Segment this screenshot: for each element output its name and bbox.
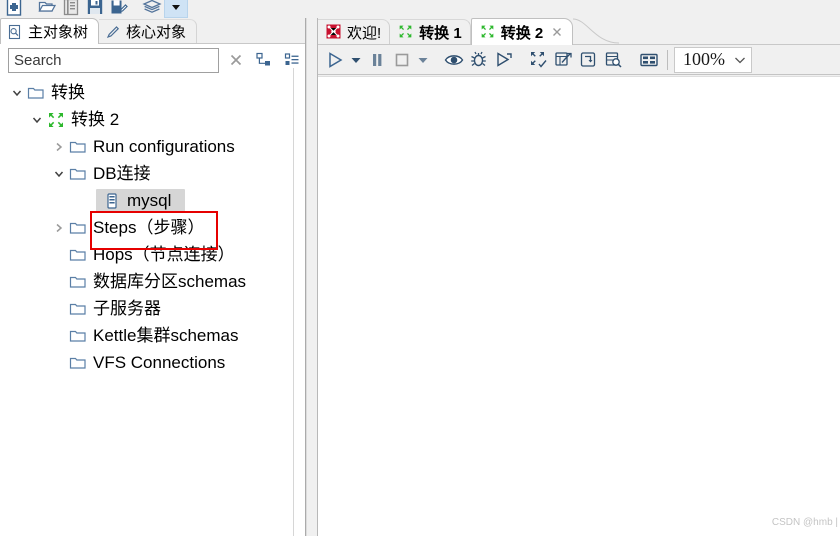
tree-item-label: 转换: [51, 83, 85, 102]
tab-welcome-label: 欢迎!: [347, 24, 382, 42]
tab-core-objects-label: 核心对象: [126, 24, 187, 41]
transformation-icon: [398, 24, 414, 40]
tab-core-objects[interactable]: 核心对象: [99, 19, 198, 43]
twisty-expanded-icon[interactable]: [28, 106, 46, 133]
editor-tabbar: 欢迎! 转换 1 转换 2: [318, 18, 840, 45]
tree-item-steps[interactable]: Steps（步骤）: [0, 214, 293, 241]
expand-all-icon[interactable]: [253, 49, 275, 71]
tree-item-label: 子服务器: [93, 299, 161, 318]
tree-item-label: 数据库分区schemas: [93, 272, 247, 291]
editor-toolbar: 100%: [318, 45, 840, 75]
tree-item-label: 转换 2: [71, 110, 120, 129]
open-icon[interactable]: [35, 0, 59, 18]
twisty-expanded-icon[interactable]: [8, 79, 26, 106]
tree-item-transformations[interactable]: 转换: [0, 79, 293, 106]
tree-item-label: Hops（节点连接）: [93, 245, 235, 264]
watermark: CSDN @hmb |: [771, 517, 838, 528]
pencil-icon: [105, 24, 121, 40]
zoom-combo[interactable]: 100%: [674, 46, 752, 73]
tree-item-label: Run configurations: [93, 137, 235, 156]
tree-item-label: mysql: [127, 191, 172, 210]
tree-item-cluster-schemas[interactable]: Kettle集群schemas: [0, 322, 293, 349]
tree-item-partition-schemas[interactable]: 数据库分区schemas: [0, 268, 293, 295]
folder-icon: [68, 326, 88, 346]
twisty-collapsed-icon[interactable]: [50, 214, 68, 241]
left-panel: 主对象树 核心对象 Search 转换 转换 2 Run configurati…: [0, 18, 306, 536]
main-toolbar: [0, 0, 840, 18]
tree-item-label: DB连接: [93, 164, 151, 183]
twisty-collapsed-icon[interactable]: [50, 133, 68, 160]
tree-item-transformation-2[interactable]: 转换 2: [0, 106, 293, 133]
folder-icon: [68, 353, 88, 373]
tab-transformation-1[interactable]: 转换 1: [390, 19, 471, 44]
save-as-icon[interactable]: [107, 0, 131, 18]
new-icon[interactable]: [2, 0, 26, 18]
tree-item-run-configurations[interactable]: Run configurations: [0, 133, 293, 160]
tree-item-hops[interactable]: Hops（节点连接）: [0, 241, 293, 268]
impact-icon[interactable]: [551, 47, 576, 73]
folder-icon: [26, 83, 46, 103]
tab-transformation-2-label: 转换 2: [500, 24, 544, 42]
search-row: [0, 44, 305, 76]
debug-icon[interactable]: [466, 47, 491, 73]
folder-icon: [68, 272, 88, 292]
welcome-icon: [326, 24, 342, 40]
transformation-canvas[interactable]: 表输入 CSDN @hmb |: [318, 76, 840, 536]
application-window: 主对象树 核心对象 Search 转换 转换 2 Run configurati…: [0, 0, 840, 536]
chevron-down-icon[interactable]: [164, 0, 188, 18]
layers-icon[interactable]: [140, 0, 164, 18]
explore-db-icon[interactable]: [601, 47, 626, 73]
tree-item-label: Steps（步骤）: [93, 218, 205, 237]
folder-icon: [68, 218, 88, 238]
zoom-level-value: 100%: [683, 49, 725, 69]
clear-search-icon[interactable]: [225, 49, 247, 71]
twisty-expanded-icon[interactable]: [50, 160, 68, 187]
panel-splitter[interactable]: [306, 18, 318, 536]
tab-main-object-tree[interactable]: 主对象树: [0, 18, 100, 44]
editor-area: 欢迎! 转换 1 转换 2 100% CSDN @hmb |: [318, 18, 840, 536]
tree-vertical-scrollbar[interactable]: [293, 68, 305, 536]
tree-item-slave-servers[interactable]: 子服务器: [0, 295, 293, 322]
tabbar-filler: [573, 18, 840, 44]
tree-item-label: Kettle集群schemas: [93, 326, 239, 345]
tree-item-db-connections[interactable]: DB连接: [0, 160, 293, 187]
stop-dropdown-icon[interactable]: [414, 47, 431, 73]
object-tree[interactable]: 转换 转换 2 Run configurations DB连接 mysql St…: [0, 76, 293, 536]
folder-icon: [68, 137, 88, 157]
run-icon[interactable]: [322, 47, 347, 73]
show-grid-icon[interactable]: [636, 47, 661, 73]
stop-icon[interactable]: [389, 47, 414, 73]
toolbar-separator-1: [26, 0, 35, 18]
save-icon[interactable]: [83, 0, 107, 18]
left-panel-tabbar: 主对象树 核心对象: [0, 18, 305, 44]
preview-icon[interactable]: [441, 47, 466, 73]
document-search-icon: [7, 24, 23, 40]
tab-welcome[interactable]: 欢迎!: [318, 19, 391, 44]
pause-icon[interactable]: [364, 47, 389, 73]
toolbar-divider: [667, 49, 668, 70]
run-dropdown-icon[interactable]: [347, 47, 364, 73]
tree-item-selection[interactable]: mysql: [96, 188, 186, 213]
tab-main-object-tree-label: 主对象树: [28, 24, 89, 41]
tree-item-mysql[interactable]: mysql: [0, 187, 293, 214]
chevron-down-icon[interactable]: [733, 54, 747, 66]
tab-transformation-2[interactable]: 转换 2: [470, 18, 574, 45]
tree-item-vfs-connections[interactable]: VFS Connections: [0, 349, 293, 376]
search-input[interactable]: [8, 47, 219, 73]
transformation-icon: [480, 24, 496, 40]
folder-icon: [68, 245, 88, 265]
folder-icon: [68, 299, 88, 319]
verify-icon[interactable]: [526, 47, 551, 73]
tab-transformation-1-label: 转换 1: [419, 24, 462, 42]
sql-icon[interactable]: [576, 47, 601, 73]
replay-icon[interactable]: [491, 47, 516, 73]
transformation-icon: [46, 110, 66, 130]
close-icon[interactable]: [550, 25, 564, 39]
database-icon: [102, 191, 122, 211]
tree-item-label: VFS Connections: [93, 353, 226, 372]
toolbar-separator-2: [131, 0, 140, 18]
folder-icon: [68, 164, 88, 184]
explore-icon[interactable]: [59, 0, 83, 18]
